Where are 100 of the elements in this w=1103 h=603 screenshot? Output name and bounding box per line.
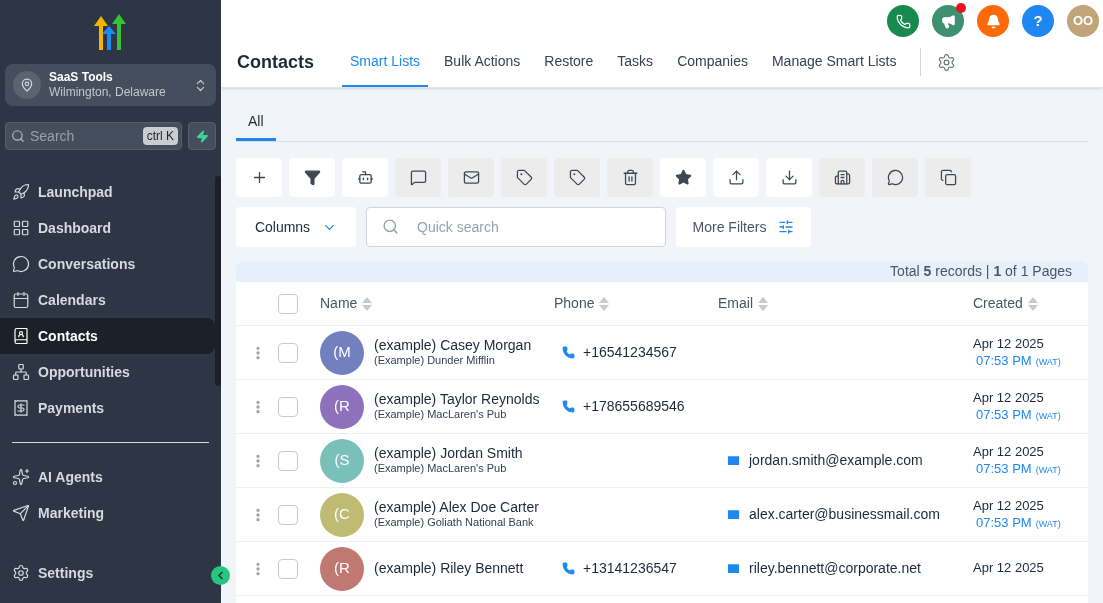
toolbar-button[interactable] <box>289 158 335 197</box>
phone-number[interactable]: +16541234567 <box>583 342 677 363</box>
contact-avatar: (M <box>320 330 364 375</box>
search-icon <box>382 218 399 235</box>
company-name: (Example) Dunder Mifflin <box>374 354 496 369</box>
toolbar-button[interactable] <box>713 158 759 197</box>
tab[interactable]: Bulk Actions <box>436 37 529 87</box>
more-filters-button[interactable]: More Filters <box>676 207 811 247</box>
phone-icon <box>895 13 911 29</box>
nav-item[interactable]: Opportunities <box>0 354 215 390</box>
account-location: Wilmington, Delaware <box>49 85 167 100</box>
quick-search-field[interactable]: Quick search <box>366 207 666 247</box>
download-icon <box>780 169 798 186</box>
row-checkbox[interactable] <box>278 396 298 417</box>
nav-item[interactable]: Dashboard <box>0 210 215 246</box>
tab[interactable]: Companies <box>669 37 756 87</box>
timezone: (WAT) <box>1035 518 1061 530</box>
sort-icon <box>757 295 769 312</box>
address-book-icon <box>12 327 30 345</box>
contact-avatar: (R <box>320 384 364 429</box>
calendar-icon <box>12 291 30 309</box>
contact-name[interactable]: (example) Taylor Reynolds <box>374 390 540 409</box>
created-time: 07:53 PM <box>976 406 1032 423</box>
tab[interactable]: Restore <box>536 37 602 87</box>
copy-icon <box>939 169 957 186</box>
rocket-icon <box>12 183 30 201</box>
record-summary: Total 5 records | 1 of 1 Pages <box>890 262 1072 281</box>
tab[interactable]: Tasks <box>609 37 662 87</box>
created-time: 07:53 PM <box>976 514 1032 531</box>
column-header[interactable]: Email <box>718 293 753 314</box>
nav-item[interactable]: Calendars <box>0 282 215 318</box>
filter-icon <box>303 169 321 186</box>
quick-action-button[interactable] <box>188 122 216 150</box>
megaphone-button[interactable] <box>932 5 964 37</box>
lightning-icon <box>195 129 209 143</box>
contact-name[interactable]: (example) Alex Doe Carter <box>374 498 539 517</box>
columns-dropdown[interactable]: Columns <box>236 207 356 247</box>
toolbar-button[interactable] <box>660 158 706 197</box>
bell-button[interactable] <box>977 5 1009 37</box>
tab[interactable]: Manage Smart Lists <box>763 37 905 87</box>
robot-icon <box>356 169 374 186</box>
row-checkbox[interactable] <box>278 504 298 525</box>
created-date: Apr 12 2025 <box>973 336 1045 353</box>
help-button[interactable]: ? <box>1022 5 1054 37</box>
nav-item[interactable]: Payments <box>0 390 215 426</box>
created-date: Apr 12 2025 <box>973 444 1045 461</box>
megaphone-icon <box>940 13 956 29</box>
account-switcher[interactable]: SaaS Tools Wilmington, Delaware <box>5 64 216 106</box>
phone-number[interactable]: +13141236547 <box>583 558 677 579</box>
sort-icon <box>361 295 374 312</box>
settings-icon[interactable] <box>937 52 957 72</box>
tab[interactable]: Smart Lists <box>342 37 429 87</box>
contact-name[interactable]: (example) Jordan Smith <box>374 444 523 463</box>
network-icon <box>12 363 30 381</box>
collapse-button[interactable] <box>211 566 230 585</box>
nav-item[interactable]: Launchpad <box>0 174 215 210</box>
nav-item[interactable]: Conversations <box>0 246 215 282</box>
row-checkbox[interactable] <box>278 558 298 579</box>
select-all-checkbox[interactable] <box>278 293 298 314</box>
phone-icon <box>562 346 575 359</box>
column-header[interactable]: Name <box>320 293 358 314</box>
chat-bubble-icon <box>886 169 904 186</box>
upload-icon <box>727 169 745 186</box>
timezone: (WAT) <box>1035 356 1061 368</box>
page-title: Contacts <box>237 50 314 74</box>
column-header[interactable]: Phone <box>554 293 595 314</box>
sliders-icon <box>778 219 795 235</box>
timezone: (WAT) <box>1035 410 1061 422</box>
contact-name[interactable]: (example) Riley Bennett <box>374 559 524 578</box>
phone-number[interactable]: +178655689546 <box>583 396 685 417</box>
settings-link[interactable]: Settings <box>38 562 94 584</box>
column-header[interactable]: Created <box>973 293 1023 314</box>
created-date: Apr 12 2025 <box>973 390 1045 407</box>
created-date: Apr 12 2025 <box>973 498 1045 515</box>
email-address[interactable]: alex.carter@businessmail.com <box>749 504 940 525</box>
company-name: (Example) MacLaren's Pub <box>374 408 508 423</box>
contact-name[interactable]: (example) Casey Morgan <box>374 336 532 355</box>
company-name: (Example) Goliath National Bank <box>374 516 535 531</box>
company-name: (Example) MacLaren's Pub <box>374 462 508 477</box>
chat-bubble-icon <box>12 255 30 273</box>
created-time: 07:53 PM <box>976 460 1032 477</box>
email-address[interactable]: riley.bennett@corporate.net <box>749 558 921 579</box>
building-icon <box>833 169 851 186</box>
row-checkbox[interactable] <box>278 450 298 471</box>
location-icon <box>13 71 41 99</box>
row-checkbox[interactable] <box>278 342 298 363</box>
phone-icon <box>562 400 575 413</box>
sparkle-icon <box>12 468 30 486</box>
grid-icon <box>12 219 30 237</box>
sort-icon <box>1026 295 1039 312</box>
settings-icon <box>12 564 30 582</box>
created-time: 07:53 PM <box>976 352 1032 369</box>
toolbar-button[interactable] <box>342 158 388 197</box>
nav-item[interactable]: Marketing <box>0 495 215 531</box>
phone-button[interactable] <box>887 5 919 37</box>
nav-item[interactable]: Contacts <box>0 318 215 354</box>
nav-item[interactable]: AI Agents <box>0 459 215 495</box>
email-address[interactable]: jordan.smith@example.com <box>749 450 923 471</box>
list-tab[interactable]: All <box>236 111 276 141</box>
sort-icon <box>598 295 611 312</box>
